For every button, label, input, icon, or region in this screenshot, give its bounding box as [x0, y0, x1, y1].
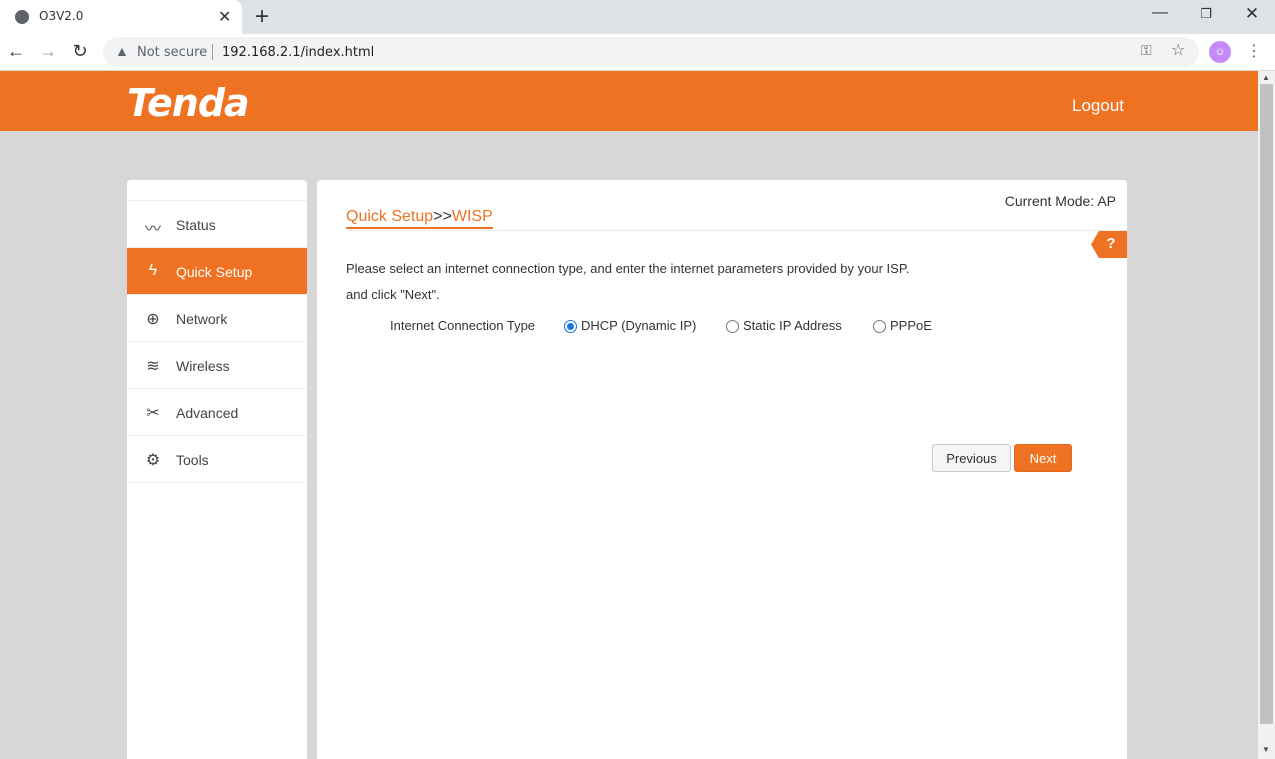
wifi-icon: ≋: [146, 358, 160, 375]
radio-button[interactable]: [564, 320, 577, 333]
warning-icon[interactable]: ▲: [115, 43, 129, 59]
sidebar-item-wireless[interactable]: ≋ Wireless: [127, 342, 307, 389]
back-icon[interactable]: ←: [6, 41, 26, 62]
help-icon[interactable]: ?: [1091, 231, 1127, 258]
instruction-text: Please select an internet connection typ…: [346, 261, 910, 276]
profile-avatar[interactable]: ☺: [1209, 41, 1231, 63]
next-button[interactable]: Next: [1014, 444, 1072, 472]
sidebar: 〰 Status ϟ Quick Setup ⊕ Network ≋ Wirel…: [127, 180, 307, 759]
radio-label: DHCP (Dynamic IP): [581, 318, 697, 333]
sidebar-item-label: Tools: [176, 452, 209, 468]
scroll-down-icon[interactable]: ▼: [1262, 745, 1270, 754]
more-menu-icon[interactable]: ⋮: [1246, 41, 1262, 61]
globe-icon: [15, 10, 29, 24]
breadcrumb-quick-setup: Quick Setup: [346, 208, 434, 225]
logout-link[interactable]: Logout: [1072, 96, 1124, 116]
bolt-icon: ϟ: [148, 262, 158, 279]
radio-button[interactable]: [726, 320, 739, 333]
sidebar-item-quick-setup[interactable]: ϟ Quick Setup: [127, 248, 307, 295]
minimize-icon[interactable]: —: [1150, 4, 1170, 22]
browser-toolbar: ← → ↻ ▲ Not secure 192.168.2.1/index.htm…: [0, 34, 1275, 71]
address-bar[interactable]: ▲ Not secure 192.168.2.1/index.html ⚿ ☆: [103, 37, 1199, 67]
security-label[interactable]: Not secure: [137, 45, 207, 60]
pulse-icon: 〰: [144, 221, 161, 238]
radio-label: PPPoE: [890, 318, 932, 333]
tools-icon: ✂: [146, 405, 160, 422]
sidebar-item-advanced[interactable]: ✂ Advanced: [127, 389, 307, 436]
breadcrumb: Quick Setup>>WISP: [346, 208, 493, 229]
tab-title: O3V2.0: [39, 9, 84, 23]
sidebar-item-label: Network: [176, 311, 228, 327]
url-text[interactable]: 192.168.2.1/index.html: [222, 45, 374, 60]
reload-icon[interactable]: ↻: [70, 41, 90, 62]
key-icon[interactable]: ⚿: [1141, 42, 1152, 59]
sidebar-item-network[interactable]: ⊕ Network: [127, 295, 307, 342]
connection-type-label: Internet Connection Type: [390, 318, 536, 333]
globe-icon: ⊕: [146, 311, 160, 328]
close-window-icon[interactable]: ✕: [1242, 4, 1262, 24]
tenda-logo: Tenda: [127, 81, 250, 125]
new-tab-button[interactable]: +: [255, 3, 269, 31]
forward-icon[interactable]: →: [38, 41, 58, 62]
scroll-up-icon[interactable]: ▲: [1262, 73, 1270, 82]
browser-tab[interactable]: O3V2.0 ✕: [0, 0, 242, 34]
divider: [346, 230, 1127, 231]
current-mode: Current Mode: AP: [1004, 193, 1116, 209]
sidebar-item-label: Advanced: [176, 405, 239, 421]
radio-label: Static IP Address: [743, 318, 842, 333]
breadcrumb-wisp: WISP: [451, 208, 493, 225]
previous-button[interactable]: Previous: [932, 444, 1011, 472]
breadcrumb-separator: >>: [433, 208, 452, 225]
sidebar-item-label: Status: [176, 217, 216, 233]
gears-icon: ⚙: [145, 452, 161, 469]
scroll-thumb[interactable]: [1260, 84, 1273, 724]
divider: [212, 44, 213, 60]
star-icon[interactable]: ☆: [1171, 40, 1185, 60]
sidebar-item-label: Wireless: [176, 358, 230, 374]
sidebar-item-status[interactable]: 〰 Status: [127, 201, 307, 248]
page-scrollbar[interactable]: ▲ ▼: [1258, 71, 1275, 759]
main-panel: Current Mode: AP Quick Setup>>WISP ? Ple…: [317, 180, 1127, 759]
browser-tab-bar: O3V2.0 ✕ + — ❐ ✕: [0, 0, 1275, 34]
radio-button[interactable]: [873, 320, 886, 333]
sidebar-item-label: Quick Setup: [176, 264, 253, 280]
restore-icon[interactable]: ❐: [1196, 6, 1216, 22]
page-content: Tenda Logout 〰 Status ϟ Quick Setup ⊕ Ne…: [0, 71, 1258, 759]
app-header: Tenda Logout: [0, 71, 1258, 131]
sidebar-item-tools[interactable]: ⚙ Tools: [127, 436, 307, 483]
close-tab-icon[interactable]: ✕: [218, 7, 231, 27]
instruction-text: and click "Next".: [346, 287, 440, 302]
sidebar-menu: 〰 Status ϟ Quick Setup ⊕ Network ≋ Wirel…: [127, 200, 307, 483]
